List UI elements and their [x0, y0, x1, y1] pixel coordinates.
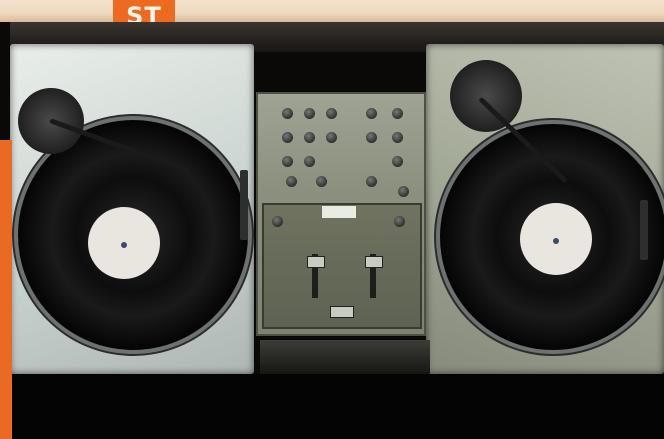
mixer-display: [322, 206, 356, 218]
dj-setup-photo: ST: [0, 0, 664, 439]
mixer-knob: [304, 156, 315, 167]
right-pitch-slider: [640, 200, 648, 260]
dark-foreground: [12, 374, 664, 439]
mixer-knob: [286, 176, 297, 187]
left-record-label: [88, 207, 160, 279]
mixer-knob: [326, 132, 337, 143]
right-tonearm-base: [450, 60, 522, 132]
mixer-knob: [392, 132, 403, 143]
left-spindle: [121, 242, 127, 248]
mixer-knob: [392, 156, 403, 167]
mixer-knob: [366, 108, 377, 119]
mixer-knob: [282, 132, 293, 143]
mixer-knob: [398, 186, 409, 197]
orange-side-bar: [0, 140, 12, 439]
channel-fader-cap: [365, 256, 383, 268]
mixer-knob: [272, 216, 283, 227]
mixer-knob: [394, 216, 405, 227]
mixer-shelf: [260, 340, 430, 374]
mixer-knob: [326, 108, 337, 119]
mixer-knob: [366, 132, 377, 143]
mixer-knob: [304, 132, 315, 143]
mixer-knob: [282, 108, 293, 119]
mixer-knob: [392, 108, 403, 119]
crossfader-cap: [330, 306, 354, 318]
mixer-knob: [316, 176, 327, 187]
channel-fader-cap: [307, 256, 325, 268]
right-record-label: [520, 203, 592, 275]
mixer-knob: [282, 156, 293, 167]
left-pitch-slider: [240, 170, 248, 240]
mixer-knob: [366, 176, 377, 187]
right-spindle: [553, 238, 559, 244]
top-banner: [0, 0, 664, 22]
mixer-knob: [304, 108, 315, 119]
